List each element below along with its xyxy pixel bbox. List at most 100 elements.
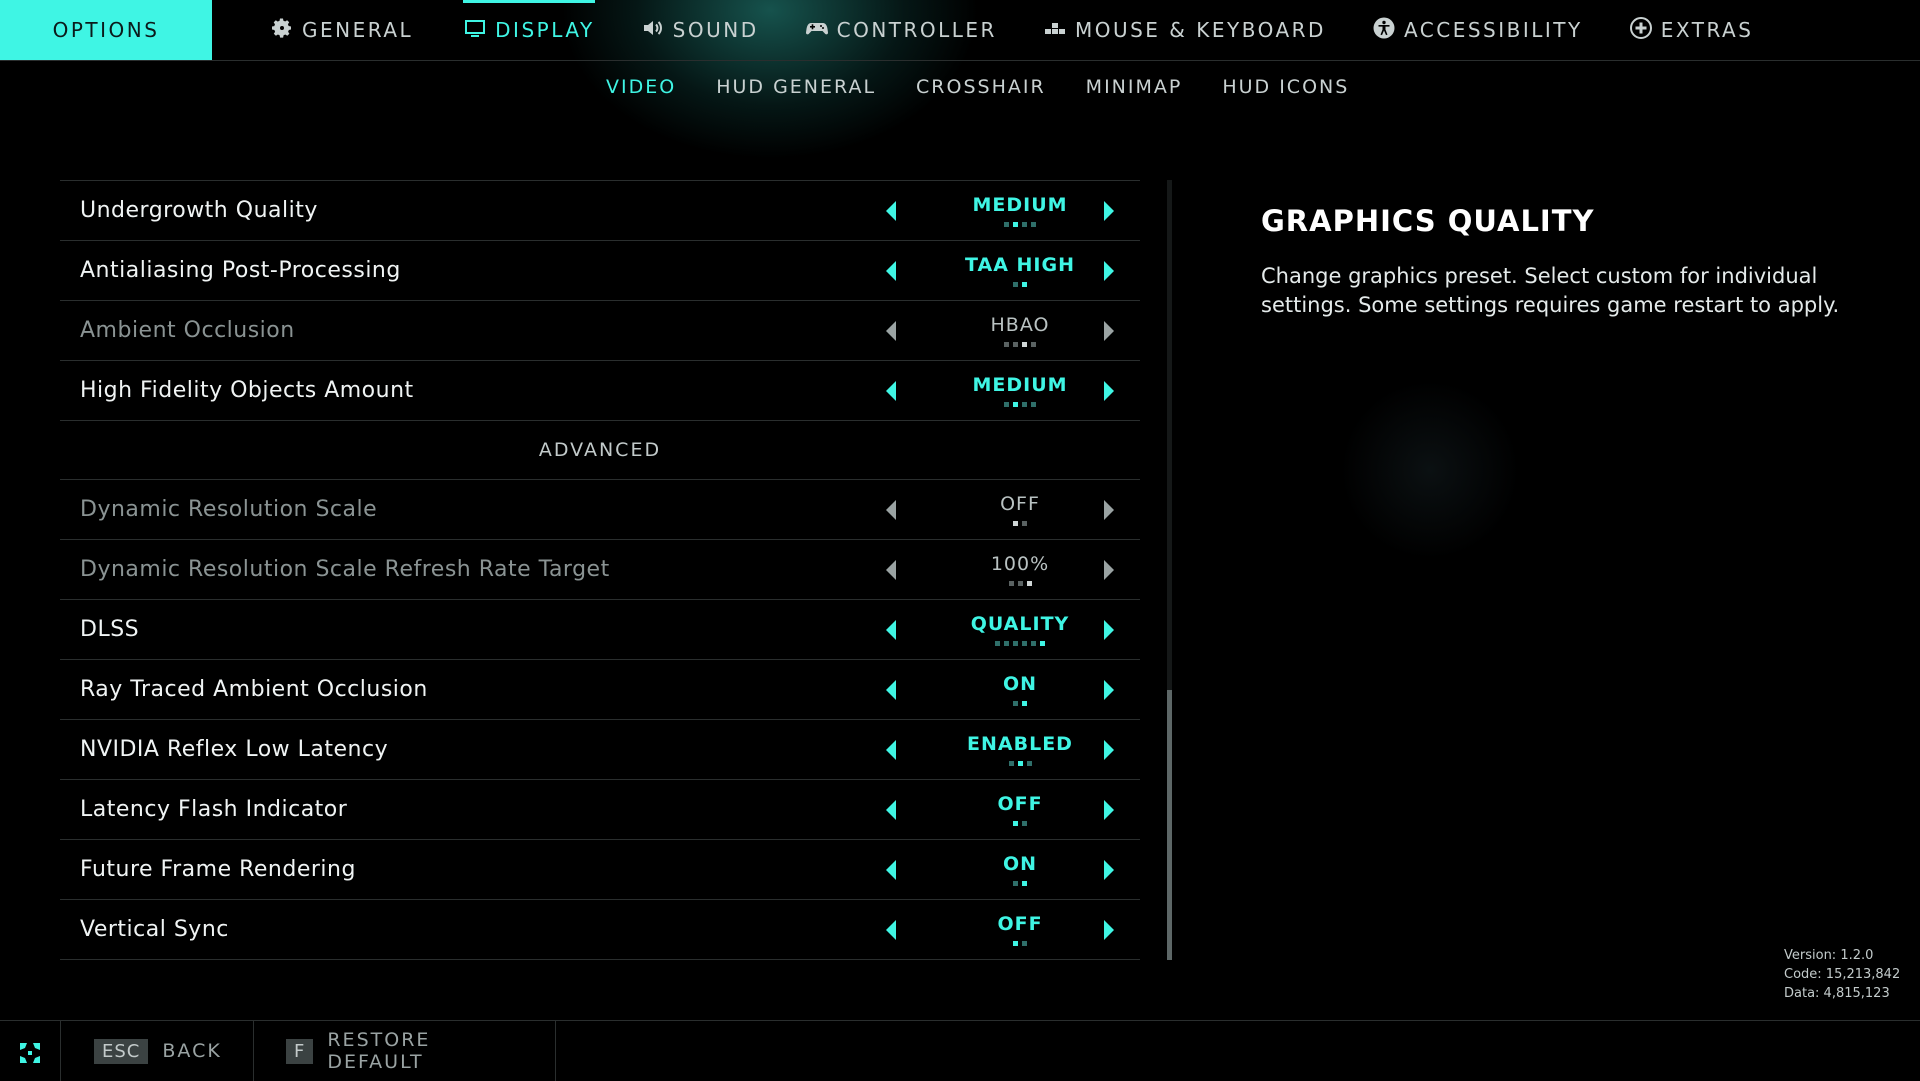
tab-extras[interactable]: EXTRAS: [1629, 0, 1754, 60]
tab-accessibility-label: ACCESSIBILITY: [1403, 18, 1583, 42]
arrow-right-icon[interactable]: [1098, 199, 1122, 223]
setting-value: OFF: [997, 913, 1043, 935]
setting-value: ENABLED: [967, 733, 1073, 755]
arrow-right-icon[interactable]: [1098, 918, 1122, 942]
arrow-left-icon[interactable]: [880, 618, 904, 642]
setting-label: Ray Traced Ambient Occlusion: [80, 677, 428, 702]
option-dot: [1040, 641, 1045, 646]
option-dot: [1013, 342, 1018, 347]
option-dot: [1022, 402, 1027, 407]
setting-label: Undergrowth Quality: [80, 198, 318, 223]
option-dot: [1004, 402, 1009, 407]
setting-label: Future Frame Rendering: [80, 857, 356, 882]
setting-label: Ambient Occlusion: [80, 318, 295, 343]
tab-sound-label: SOUND: [672, 18, 759, 42]
setting-row[interactable]: Dynamic Resolution Scale OFF: [60, 479, 1140, 539]
tab-controller[interactable]: CONTROLLER: [805, 0, 997, 60]
setting-row[interactable]: NVIDIA Reflex Low Latency ENABLED: [60, 719, 1140, 779]
setting-row[interactable]: Future Frame Rendering ON: [60, 839, 1140, 899]
setting-row[interactable]: DLSS QUALITY: [60, 599, 1140, 659]
scrollbar-thumb[interactable]: [1167, 690, 1172, 960]
arrow-left-icon[interactable]: [880, 918, 904, 942]
options-tab[interactable]: OPTIONS: [0, 0, 212, 60]
option-dots: [1013, 701, 1027, 706]
arrow-left-icon[interactable]: [880, 798, 904, 822]
option-dot: [1022, 881, 1027, 886]
option-dot: [1026, 761, 1032, 766]
subtab-hud-general[interactable]: HUD GENERAL: [716, 76, 876, 98]
setting-value-selector: HBAO: [940, 301, 1100, 360]
tab-display[interactable]: DISPLAY: [463, 0, 595, 60]
info-title: GRAPHICS QUALITY: [1261, 204, 1595, 238]
option-dot: [1022, 941, 1027, 946]
setting-row[interactable]: Vertical Sync OFF: [60, 899, 1140, 960]
arrow-left-icon[interactable]: [880, 498, 904, 522]
arrow-left-icon[interactable]: [880, 558, 904, 582]
option-dot: [1008, 581, 1014, 586]
arrow-right-icon[interactable]: [1098, 618, 1122, 642]
arrow-right-icon[interactable]: [1098, 798, 1122, 822]
tab-sound[interactable]: SOUND: [641, 0, 759, 60]
option-dot: [1031, 641, 1036, 646]
restore-default-label: RESTORE DEFAULT: [327, 1029, 431, 1073]
arrow-right-icon[interactable]: [1098, 738, 1122, 762]
logo-icon: [18, 1041, 42, 1065]
arrow-right-icon[interactable]: [1098, 558, 1122, 582]
arrow-left-icon[interactable]: [880, 379, 904, 403]
option-dot: [1013, 641, 1018, 646]
arrow-left-icon[interactable]: [880, 199, 904, 223]
arrow-left-icon[interactable]: [880, 319, 904, 343]
arrow-left-icon[interactable]: [880, 259, 904, 283]
subtab-hud-icons[interactable]: HUD ICONS: [1222, 76, 1349, 98]
option-dot: [1013, 941, 1018, 946]
setting-row[interactable]: Antialiasing Post-Processing TAA HIGH: [60, 240, 1140, 300]
option-dot: [1022, 641, 1027, 646]
setting-label: Vertical Sync: [80, 917, 229, 942]
tab-mouse-keyboard[interactable]: MOUSE & KEYBOARD: [1043, 0, 1326, 60]
option-dots: [1013, 941, 1027, 946]
setting-row[interactable]: High Fidelity Objects Amount MEDIUM: [60, 360, 1140, 420]
back-button[interactable]: ESC BACK: [60, 1021, 253, 1081]
option-dot: [1031, 402, 1036, 407]
bottom-bar: ESC BACK F RESTORE DEFAULT: [0, 1020, 1920, 1081]
arrow-right-icon[interactable]: [1098, 678, 1122, 702]
option-dot: [1031, 342, 1036, 347]
tab-accessibility[interactable]: ACCESSIBILITY: [1372, 0, 1583, 60]
settings-list: Undergrowth Quality MEDIUM Antialiasing Po…: [60, 180, 1140, 960]
setting-value: MEDIUM: [972, 194, 1068, 216]
gamepad-icon: [805, 16, 829, 45]
arrow-right-icon[interactable]: [1098, 379, 1122, 403]
restore-default-button[interactable]: F RESTORE DEFAULT: [253, 1021, 556, 1081]
subtab-minimap[interactable]: MINIMAP: [1086, 76, 1183, 98]
arrow-right-icon[interactable]: [1098, 498, 1122, 522]
subtab-crosshair[interactable]: CROSSHAIR: [916, 76, 1046, 98]
option-dots: [1004, 402, 1036, 407]
setting-row[interactable]: Undergrowth Quality MEDIUM: [60, 180, 1140, 240]
tab-general[interactable]: GENERAL: [270, 0, 413, 60]
subtab-video[interactable]: VIDEO: [606, 76, 676, 98]
arrow-right-icon[interactable]: [1098, 858, 1122, 882]
arrow-left-icon[interactable]: [880, 858, 904, 882]
option-dots: [995, 641, 1045, 646]
option-dot: [1022, 821, 1027, 826]
scrollbar-track[interactable]: [1167, 180, 1172, 960]
arrow-right-icon[interactable]: [1098, 319, 1122, 343]
option-dot: [1031, 222, 1036, 227]
setting-label: Latency Flash Indicator: [80, 797, 348, 822]
plus-circle-icon: [1629, 16, 1653, 45]
option-dot: [1022, 521, 1027, 526]
setting-row[interactable]: Latency Flash Indicator OFF: [60, 779, 1140, 839]
setting-value-selector: QUALITY: [940, 600, 1100, 659]
setting-label: High Fidelity Objects Amount: [80, 378, 414, 403]
main-tabs: GENERAL DISPLAY SOUND CONTROLLER MOUSE &…: [212, 0, 1753, 60]
top-nav-bar: OPTIONS GENERAL DISPLAY SOUND CONTROLLER: [0, 0, 1920, 61]
arrow-left-icon[interactable]: [880, 738, 904, 762]
option-dots: [1008, 761, 1032, 766]
option-dots: [1008, 581, 1032, 586]
setting-row[interactable]: Ray Traced Ambient Occlusion ON: [60, 659, 1140, 719]
option-dots: [1013, 521, 1027, 526]
arrow-left-icon[interactable]: [880, 678, 904, 702]
setting-row[interactable]: Ambient Occlusion HBAO: [60, 300, 1140, 360]
arrow-right-icon[interactable]: [1098, 259, 1122, 283]
setting-row[interactable]: Dynamic Resolution Scale Refresh Rate Ta…: [60, 539, 1140, 599]
